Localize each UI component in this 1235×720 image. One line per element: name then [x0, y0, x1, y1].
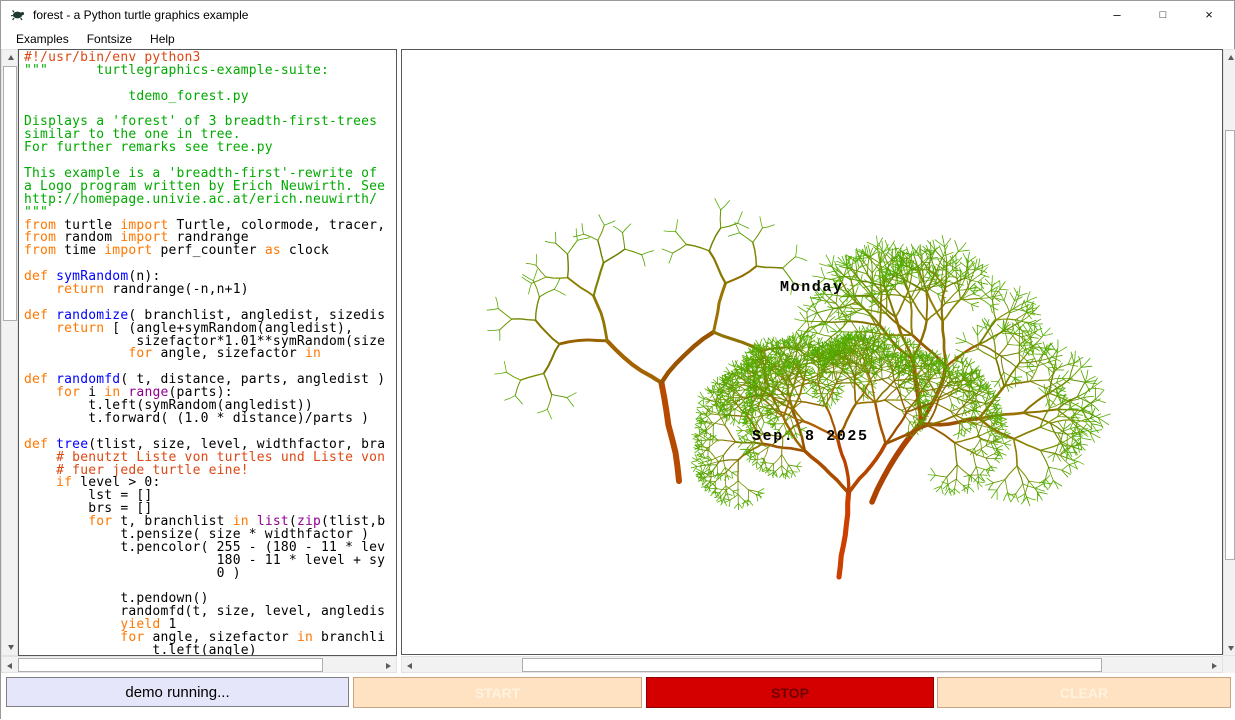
code-line: 0 ) — [24, 568, 396, 581]
stop-button[interactable]: STOP — [646, 677, 934, 708]
title-bar: forest - a Python turtle graphics exampl… — [1, 1, 1234, 28]
scroll-right-icon[interactable] — [1207, 657, 1222, 674]
canvas-vertical-scrollbar[interactable] — [1223, 49, 1235, 656]
code-line: t.forward( (1.0 * distance)/parts ) — [24, 413, 396, 426]
forest-drawing — [402, 50, 1222, 654]
menu-fontsize[interactable]: Fontsize — [83, 31, 136, 47]
window-title: forest - a Python turtle graphics exampl… — [33, 8, 248, 22]
canvas-horizontal-scrollbar[interactable] — [401, 656, 1223, 673]
code-editor[interactable]: #!/usr/bin/env python3""" turtlegraphics… — [18, 49, 397, 656]
bottom-bar: demo running... START STOP CLEAR — [1, 673, 1235, 720]
scroll-right-icon[interactable] — [381, 657, 396, 674]
code-horizontal-scrollbar[interactable] — [1, 656, 397, 673]
start-button[interactable]: START — [353, 677, 642, 708]
turtle-icon — [10, 7, 25, 22]
scrollbar-corner — [1223, 656, 1235, 673]
turtle-canvas: Monday Sep. 8 2025 — [401, 49, 1223, 655]
status-label: demo running... — [6, 677, 349, 707]
menu-bar: Examples Fontsize Help — [1, 28, 1234, 49]
scroll-left-icon[interactable] — [402, 657, 417, 674]
code-vscroll-thumb[interactable] — [3, 66, 17, 321]
close-button[interactable]: × — [1186, 1, 1232, 28]
clear-button[interactable]: CLEAR — [937, 677, 1231, 708]
scroll-down-icon[interactable] — [2, 640, 19, 655]
maximize-button[interactable]: □ — [1140, 1, 1186, 28]
menu-help[interactable]: Help — [146, 31, 179, 47]
code-hscroll-thumb[interactable] — [18, 658, 323, 672]
code-line: For further remarks see tree.py — [24, 142, 396, 155]
code-line: return randrange(-n,n+1) — [24, 284, 396, 297]
code-line: for angle, sizefactor in — [24, 348, 396, 361]
scroll-up-icon[interactable] — [1224, 50, 1235, 64]
app-window: forest - a Python turtle graphics exampl… — [0, 0, 1235, 719]
code-vertical-scrollbar[interactable] — [1, 49, 18, 656]
minimize-button[interactable]: – — [1094, 1, 1140, 28]
scroll-left-icon[interactable] — [2, 657, 17, 674]
code-line: """ turtlegraphics-example-suite: — [24, 65, 396, 78]
canvas-text-label: Sep. 8 2025 — [752, 428, 869, 445]
canvas-vscroll-thumb[interactable] — [1225, 130, 1235, 560]
code-line: tdemo_forest.py — [24, 91, 396, 104]
code-line: t.left(angle) — [24, 645, 396, 656]
canvas-hscroll-thumb[interactable] — [522, 658, 1102, 672]
code-line: from time import perf_counter as clock — [24, 245, 396, 258]
canvas-text-label: Monday — [780, 279, 844, 296]
scroll-up-icon[interactable] — [2, 50, 19, 65]
scroll-down-icon[interactable] — [1224, 641, 1235, 655]
code-line: http://homepage.univie.ac.at/erich.neuwi… — [24, 194, 396, 207]
menu-examples[interactable]: Examples — [12, 31, 73, 47]
